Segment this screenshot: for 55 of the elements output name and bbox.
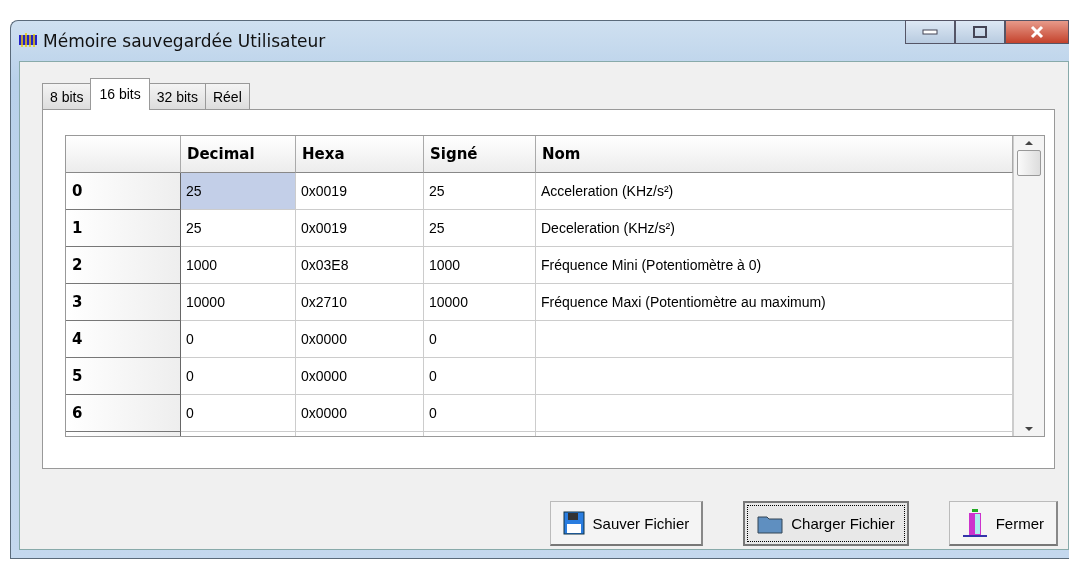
table-cell[interactable]: 0: [424, 358, 536, 395]
folder-icon: [757, 513, 784, 534]
table-cell[interactable]: [536, 321, 1013, 358]
button[interactable]: Sauver Fichier: [549, 501, 704, 546]
scrollbar-thumb[interactable]: [1017, 150, 1041, 176]
row-header: 1: [66, 210, 181, 247]
column-header[interactable]: Nom: [536, 136, 1013, 173]
tab[interactable]: 16 bits: [90, 78, 150, 110]
table-cell[interactable]: 0x0000: [296, 358, 424, 395]
row-header: 6: [66, 395, 181, 432]
column-header[interactable]: Signé: [424, 136, 536, 173]
row-header: 0: [66, 173, 181, 210]
table-cell[interactable]: 0x2710: [296, 284, 424, 321]
table-cell[interactable]: 0: [424, 395, 536, 432]
window-title: Mémoire sauvegardée Utilisateur: [43, 31, 326, 51]
table-cell[interactable]: Fréquence Mini (Potentiomètre à 0): [536, 247, 1013, 284]
table-cell[interactable]: 0x0019: [296, 210, 424, 247]
row-header: 2: [66, 247, 181, 284]
table-cell[interactable]: 25: [424, 210, 536, 247]
minimize-icon: [922, 29, 938, 35]
table-cell[interactable]: 25: [181, 210, 296, 247]
table-cell[interactable]: Deceleration (KHz/s²): [536, 210, 1013, 247]
table-cell[interactable]: 25: [424, 173, 536, 210]
close-icon: [1030, 25, 1044, 39]
table-cell[interactable]: 0x0000: [296, 395, 424, 432]
vertical-scrollbar[interactable]: [1013, 136, 1044, 436]
button[interactable]: Fermer: [948, 501, 1058, 546]
row-header: 4: [66, 321, 181, 358]
door-exit-icon: [961, 508, 988, 538]
table-cell[interactable]: 0x0019: [296, 173, 424, 210]
table-cell[interactable]: Acceleration (KHz/s²): [536, 173, 1013, 210]
table-cell[interactable]: 0: [181, 321, 296, 358]
table-cell[interactable]: 0: [424, 321, 536, 358]
table-cell[interactable]: 10000: [181, 284, 296, 321]
table-cell[interactable]: 25: [181, 173, 296, 210]
row-header: 3: [66, 284, 181, 321]
table-cell[interactable]: 0x03E8: [296, 247, 424, 284]
table-cell[interactable]: [536, 358, 1013, 395]
maximize-icon: [973, 26, 987, 38]
table-cell[interactable]: Fréquence Maxi (Potentiomètre au maximum): [536, 284, 1013, 321]
close-button[interactable]: [1005, 20, 1069, 44]
table-cell[interactable]: 0: [181, 395, 296, 432]
table-cell[interactable]: [536, 395, 1013, 432]
minimize-button[interactable]: [905, 20, 955, 44]
table-cell[interactable]: 1000: [181, 247, 296, 284]
table-cell[interactable]: 10000: [424, 284, 536, 321]
maximize-button[interactable]: [955, 20, 1005, 44]
table-cell[interactable]: 0: [181, 358, 296, 395]
column-header[interactable]: Hexa: [296, 136, 424, 173]
app-icon: [19, 33, 37, 49]
table-cell[interactable]: 1000: [424, 247, 536, 284]
button[interactable]: Charger Fichier: [743, 501, 909, 546]
row-header: 5: [66, 358, 181, 395]
table-cell[interactable]: 0x0000: [296, 321, 424, 358]
column-header[interactable]: Decimal: [181, 136, 296, 173]
